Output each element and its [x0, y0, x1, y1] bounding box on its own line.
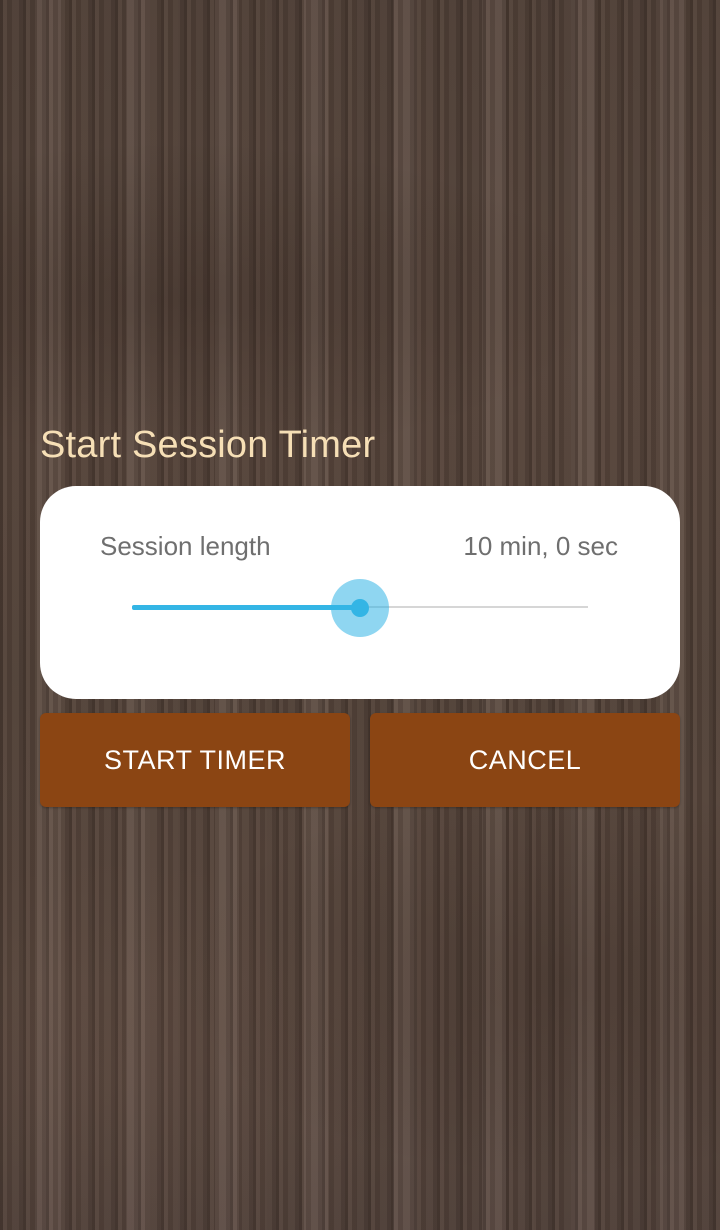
- slider-fill: [132, 605, 360, 610]
- dialog-title: Start Session Timer: [40, 424, 376, 466]
- session-length-value: 10 min, 0 sec: [463, 531, 618, 561]
- session-length-label: Session length: [100, 531, 271, 561]
- start-timer-button[interactable]: START TIMER: [40, 713, 350, 807]
- slider-thumb[interactable]: [351, 599, 369, 617]
- session-length-slider[interactable]: [132, 578, 588, 638]
- session-settings-card: Session length 10 min, 0 sec: [40, 486, 680, 699]
- cancel-button[interactable]: CANCEL: [370, 713, 680, 807]
